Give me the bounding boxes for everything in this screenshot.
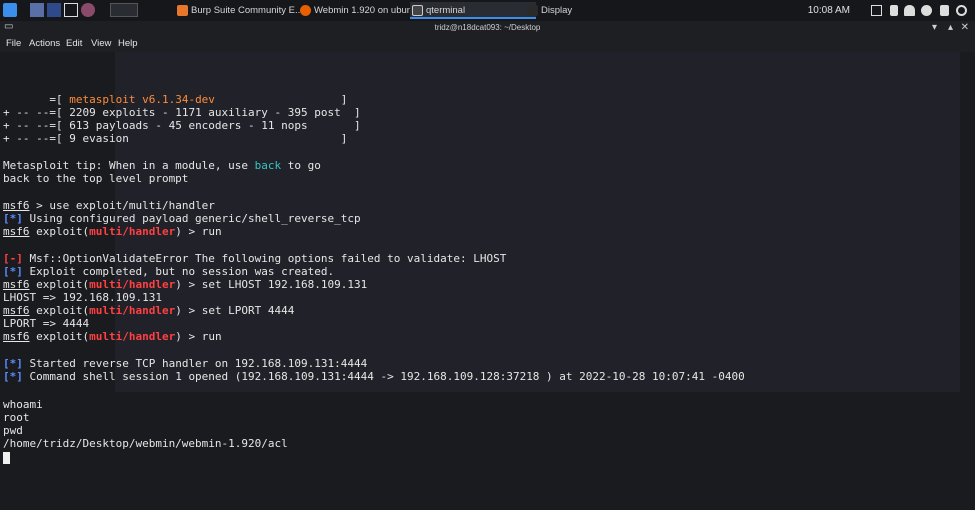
- browser-icon[interactable]: [81, 3, 95, 17]
- top-panel: Burp Suite Community E... Webmin 1.920 o…: [0, 0, 975, 22]
- cmd-use: msf6 > use exploit/multi/handler: [3, 199, 215, 212]
- menu-file[interactable]: File: [6, 38, 21, 49]
- window-titlebar: ▭ tridz@n18dcat093: ~/Desktop ▾ ▴ ✕: [0, 21, 975, 36]
- menu-help[interactable]: Help: [118, 38, 138, 49]
- volume-icon[interactable]: [890, 5, 898, 16]
- lhost-output: LHOST => 192.168.109.131: [3, 291, 162, 304]
- handler-started: [*] Started reverse TCP handler on 192.1…: [3, 357, 368, 370]
- desktop-icon[interactable]: [30, 3, 44, 17]
- cmd-set-lhost: msf6 exploit(multi/handler) > set LHOST …: [3, 278, 368, 291]
- banner-line-1: =[ metasploit v6.1.34-dev ]: [3, 93, 348, 106]
- output-path: /home/tridz/Desktop/webmin/webmin-1.920/…: [3, 437, 288, 450]
- text-cursor: [3, 452, 10, 464]
- error-line: [-] Msf::OptionValidateError The followi…: [3, 252, 507, 265]
- terminal-area[interactable]: =[ metasploit v6.1.34-dev ] + -- --=[ 22…: [0, 52, 975, 510]
- task-webmin[interactable]: Webmin 1.920 on ubun...: [298, 2, 424, 19]
- menu-bar: File Actions Edit View Help: [0, 36, 975, 52]
- cmd-whoami: whoami: [3, 398, 43, 411]
- firefox-icon: [300, 5, 311, 16]
- minimize-button[interactable]: ▾: [932, 22, 937, 33]
- banner-line-4: + -- --=[ 9 evasion ]: [3, 132, 348, 145]
- lport-output: LPORT => 4444: [3, 317, 90, 330]
- workspace-1-icon[interactable]: [47, 3, 61, 17]
- menu-view[interactable]: View: [91, 38, 111, 49]
- display-tray-icon[interactable]: [871, 5, 882, 16]
- session-opened: [*] Command shell session 1 opened (192.…: [3, 370, 745, 383]
- update-icon[interactable]: [921, 5, 932, 16]
- menu-edit[interactable]: Edit: [66, 38, 82, 49]
- cmd-set-lport: msf6 exploit(multi/handler) > set LPORT …: [3, 304, 295, 317]
- notification-bell-icon[interactable]: [904, 5, 915, 16]
- output-root: root: [3, 411, 30, 424]
- kali-menu-icon[interactable]: [3, 3, 17, 17]
- payload-info: [*] Using configured payload generic/she…: [3, 212, 361, 225]
- task-qterminal[interactable]: qterminal: [410, 2, 536, 19]
- qterminal-icon: [412, 5, 423, 16]
- burp-icon: [177, 5, 188, 16]
- power-icon[interactable]: [956, 5, 967, 16]
- cmd-run-1: msf6 exploit(multi/handler) > run: [3, 225, 222, 238]
- banner-line-3: + -- --=[ 613 payloads - 45 encoders - 1…: [3, 119, 361, 132]
- exploit-done: [*] Exploit completed, but no session wa…: [3, 265, 335, 278]
- close-button[interactable]: ✕: [961, 22, 969, 33]
- task-display[interactable]: Display: [525, 2, 631, 19]
- cmd-run-2: msf6 exploit(multi/handler) > run: [3, 330, 222, 343]
- terminal-icon[interactable]: [64, 3, 78, 17]
- lock-icon[interactable]: [940, 5, 949, 16]
- maximize-button[interactable]: ▴: [948, 22, 953, 33]
- display-icon: [527, 5, 538, 16]
- window-title: tridz@n18dcat093: ~/Desktop: [434, 23, 541, 32]
- banner-line-2: + -- --=[ 2209 exploits - 1171 auxiliary…: [3, 106, 361, 119]
- clock[interactable]: 10:08 AM: [808, 0, 850, 21]
- tip-line-1: Metasploit tip: When in a module, use ba…: [3, 159, 321, 172]
- workspace-switcher[interactable]: [110, 3, 138, 17]
- task-burp[interactable]: Burp Suite Community E...: [175, 2, 311, 19]
- cmd-pwd: pwd: [3, 424, 23, 437]
- tip-line-2: back to the top level prompt: [3, 172, 189, 185]
- menu-actions[interactable]: Actions: [29, 38, 60, 49]
